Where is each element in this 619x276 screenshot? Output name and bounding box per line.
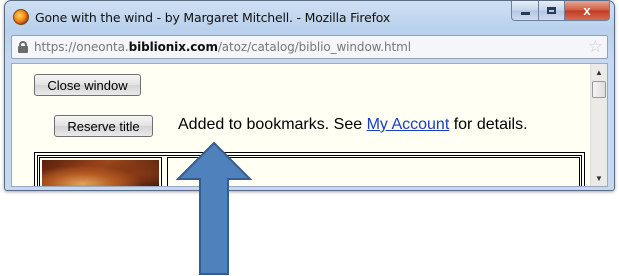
reserve-title-button[interactable]: Reserve title	[54, 115, 153, 137]
minimize-button[interactable]	[511, 1, 539, 21]
url-domain: biblionix.com	[128, 40, 218, 54]
caption-buttons: x	[511, 1, 610, 21]
annotation-up-arrow-icon	[175, 141, 253, 275]
page-content: Close window Reserve title Added to book…	[11, 63, 608, 187]
url-subdomain: oneonta.	[76, 40, 129, 54]
message-suffix: for details.	[449, 116, 528, 133]
scroll-up-arrow-icon[interactable]: ▲	[591, 64, 607, 80]
my-account-link[interactable]: My Account	[367, 116, 450, 133]
scroll-thumb[interactable]	[592, 81, 606, 98]
address-bar[interactable]: https://oneonta.biblionix.com/atoz/catal…	[11, 35, 608, 59]
firefox-icon	[13, 9, 29, 25]
firefox-popup-window: Gone with the wind - by Margaret Mitchel…	[4, 0, 615, 191]
screenshot-stage: Gone with the wind - by Margaret Mitchel…	[0, 0, 619, 276]
minimize-icon	[520, 12, 530, 15]
window-title: Gone with the wind - by Margaret Mitchel…	[35, 10, 391, 25]
url-text[interactable]: https://oneonta.biblionix.com/atoz/catal…	[34, 40, 411, 54]
cover-cell	[39, 157, 162, 186]
scroll-down-arrow-icon[interactable]: ▼	[591, 170, 607, 186]
maximize-icon	[547, 7, 556, 14]
message-prefix: Added to bookmarks. See	[178, 116, 367, 133]
vertical-scrollbar[interactable]: ▲ ▼	[590, 64, 607, 186]
close-window-button[interactable]: Close window	[34, 74, 141, 96]
url-path: /atoz/catalog/biblio_window.html	[217, 40, 411, 54]
close-icon: x	[583, 3, 591, 18]
maximize-button[interactable]	[539, 1, 565, 21]
title-bar[interactable]: Gone with the wind - by Margaret Mitchel…	[5, 1, 614, 31]
url-protocol: https://	[34, 40, 77, 54]
bookmark-confirmation-message: Added to bookmarks. See My Account for d…	[178, 116, 528, 134]
lock-icon[interactable]	[18, 41, 28, 53]
book-cover-image[interactable]	[42, 160, 159, 186]
star-icon[interactable]: ☆	[588, 37, 603, 57]
close-window-x-button[interactable]: x	[565, 1, 610, 21]
title-detail-table	[34, 152, 585, 186]
